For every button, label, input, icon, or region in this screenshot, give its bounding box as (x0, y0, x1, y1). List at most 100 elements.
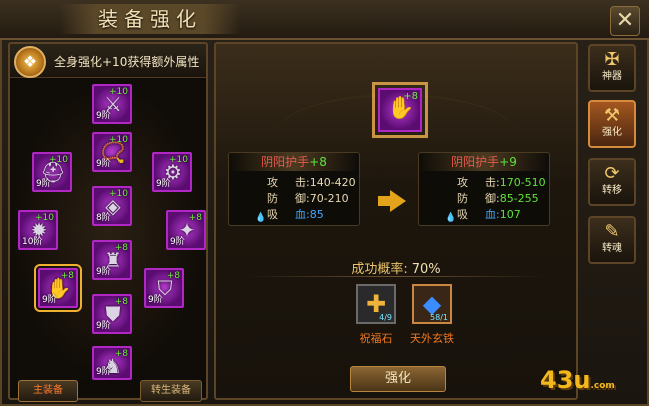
slot-tier: 9阶 (170, 237, 185, 247)
slot-plus: +10 (49, 155, 68, 165)
logo-main: 43u (540, 366, 591, 394)
slot-plus: +10 (109, 135, 128, 145)
slot-plus: +8 (114, 349, 128, 359)
stat-key: 吸 (267, 208, 278, 221)
stat-defense: 防 御:70-210 (229, 191, 361, 207)
next-item-label: 阴阳护手 (451, 155, 500, 169)
current-item-plus: +8 (309, 155, 327, 169)
scroll-icon: ✎ (604, 221, 620, 242)
tab-label: 转移 (602, 185, 622, 196)
material-slot-blessing-stone[interactable]: ✚ 4/9 (356, 284, 396, 324)
stat-key: 防 (267, 192, 278, 205)
slot-tier: 9阶 (96, 267, 111, 277)
slot-plus: +10 (109, 87, 128, 97)
blood-drop-icon: 💧 (445, 213, 457, 223)
set-bonus-header: ❖ 全身强化+10获得额外属性 (10, 44, 206, 78)
window-title: 装备强化 (60, 4, 240, 34)
current-item-name: 阴阳护手+8 (229, 153, 359, 171)
stat-label: 血: (485, 208, 500, 221)
equip-slot-ring[interactable]: ⛉ +8 9阶 (144, 268, 184, 308)
target-item-plus: +8 (403, 91, 418, 102)
stat-value: 血:85 (295, 207, 324, 223)
slot-tier: 9阶 (96, 367, 111, 377)
artifact-icon: ✠ (604, 49, 620, 70)
equip-slot-necklace[interactable]: 📿 +10 9阶 (92, 132, 132, 172)
success-rate-label: 成功概率: (351, 262, 408, 277)
material-label-blessing-stone: 祝福石 (359, 332, 393, 345)
equip-slot-shoulder[interactable]: ⚙ +10 9阶 (152, 152, 192, 192)
material-slot-meteoric-iron[interactable]: ◆ 58/1 (412, 284, 452, 324)
stat-value: 击:140-420 (295, 175, 356, 191)
slot-plus: +8 (166, 271, 180, 281)
equip-slot-pants[interactable]: ⛊ +8 9阶 (92, 294, 132, 334)
stat-lifesteal: 💧 吸 血:85 (229, 207, 361, 223)
stat-value: 击:170-510 (485, 175, 546, 191)
stat-key: 防 (457, 192, 468, 205)
logo-suffix: .com (590, 381, 615, 391)
close-button[interactable]: ✕ (610, 6, 640, 36)
success-rate-value: 70% (411, 262, 441, 277)
stat-label: 击: (295, 176, 310, 189)
enhance-icon: ⚒ (603, 105, 621, 126)
next-item-plus: +9 (499, 155, 517, 169)
equip-slot-bracer[interactable]: ♜ +8 9阶 (92, 240, 132, 280)
set-bonus-icon[interactable]: ❖ (14, 46, 46, 78)
stat-key: 攻 (457, 176, 468, 189)
lifesteal-value: 107 (499, 208, 521, 221)
slot-plus: +10 (169, 155, 188, 165)
success-rate: 成功概率: 70% (216, 258, 576, 277)
stat-label: 击: (485, 176, 500, 189)
tab-label: 强化 (602, 127, 622, 138)
slot-plus: +10 (109, 189, 128, 199)
equip-slot-glove[interactable]: ✋ +8 9阶 (34, 264, 82, 312)
tab-label: 神器 (602, 71, 622, 82)
equipment-slot-tree: ⚔ +10 9阶 📿 +10 9阶 ⛑ +10 9阶 ⚙ +10 9阶 ◈ +1… (10, 80, 206, 380)
attack-value: 140-420 (309, 176, 356, 189)
slot-tier: 9阶 (96, 111, 111, 121)
slot-plus: +8 (60, 271, 74, 281)
slot-plus: +8 (114, 297, 128, 307)
equipment-panel: ❖ 全身强化+10获得额外属性 ⚔ +10 9阶 📿 +10 9阶 ⛑ +10 … (8, 42, 208, 402)
stat-value: 血:107 (485, 207, 521, 223)
enhance-panel: ✋ +8 阴阳护手+8 攻击:140-420 防御:70-210 💧 吸血:85 … (214, 42, 578, 400)
stat-label: 御: (485, 192, 500, 205)
lifesteal-value: 85 (309, 208, 324, 221)
equip-slot-weapon[interactable]: ⚔ +10 9阶 (92, 84, 132, 124)
equip-slot-wing[interactable]: ✹ +10 10阶 (18, 210, 58, 250)
target-item-slot[interactable]: ✋ +8 (372, 82, 428, 138)
blood-drop-icon: 💧 (255, 213, 267, 223)
stat-defense: 防 御:85-255 (419, 191, 551, 207)
tab-artifact[interactable]: ✠ 神器 (588, 44, 636, 92)
material-count: 58/1 (430, 313, 448, 322)
stat-label: 御: (295, 192, 310, 205)
slot-plus: +10 (35, 213, 54, 223)
tab-soul-transfer[interactable]: ✎ 转魂 (588, 216, 636, 264)
defense-value: 85-255 (499, 192, 539, 205)
current-stats-box: 阴阳护手+8 攻 击:140-420 防 御:70-210 💧 吸 血:85 (228, 152, 360, 226)
material-count: 4/9 (379, 313, 392, 322)
slot-plus: +8 (188, 213, 202, 223)
slot-tier: 9阶 (148, 295, 163, 305)
enhance-button[interactable]: 强化 (350, 366, 446, 392)
next-stats-box: 阴阳护手+9 攻 击:170-510 防 御:85-255 💧 吸 血:107 (418, 152, 550, 226)
equip-slot-helmet[interactable]: ⛑ +10 9阶 (32, 152, 72, 192)
tab-transfer[interactable]: ⟳ 转移 (588, 158, 636, 206)
slot-tier: 9阶 (96, 321, 111, 331)
tab-enhance[interactable]: ⚒ 强化 (588, 100, 636, 148)
stat-key: 吸 (457, 208, 468, 221)
slot-plus: +8 (114, 243, 128, 253)
set-bonus-text: 全身强化+10获得额外属性 (54, 55, 200, 69)
equip-slot-boots[interactable]: ♞ +8 9阶 (92, 346, 132, 380)
equip-slot-armor[interactable]: ◈ +10 8阶 (92, 186, 132, 226)
stat-lifesteal: 💧 吸 血:107 (419, 207, 551, 223)
stat-label: 血: (295, 208, 310, 221)
tab-rebirth-equipment[interactable]: 转生装备 (140, 380, 202, 402)
equip-slot-belt[interactable]: ✦ +8 9阶 (166, 210, 206, 250)
tab-main-equipment[interactable]: 主装备 (18, 380, 78, 402)
slot-tier: 8阶 (96, 213, 111, 223)
watermark-logo: 43u.com (540, 366, 640, 398)
defense-value: 70-210 (309, 192, 349, 205)
slot-tier: 10阶 (22, 237, 43, 247)
stat-attack: 攻 击:140-420 (229, 175, 361, 191)
current-item-label: 阴阳护手 (261, 155, 310, 169)
